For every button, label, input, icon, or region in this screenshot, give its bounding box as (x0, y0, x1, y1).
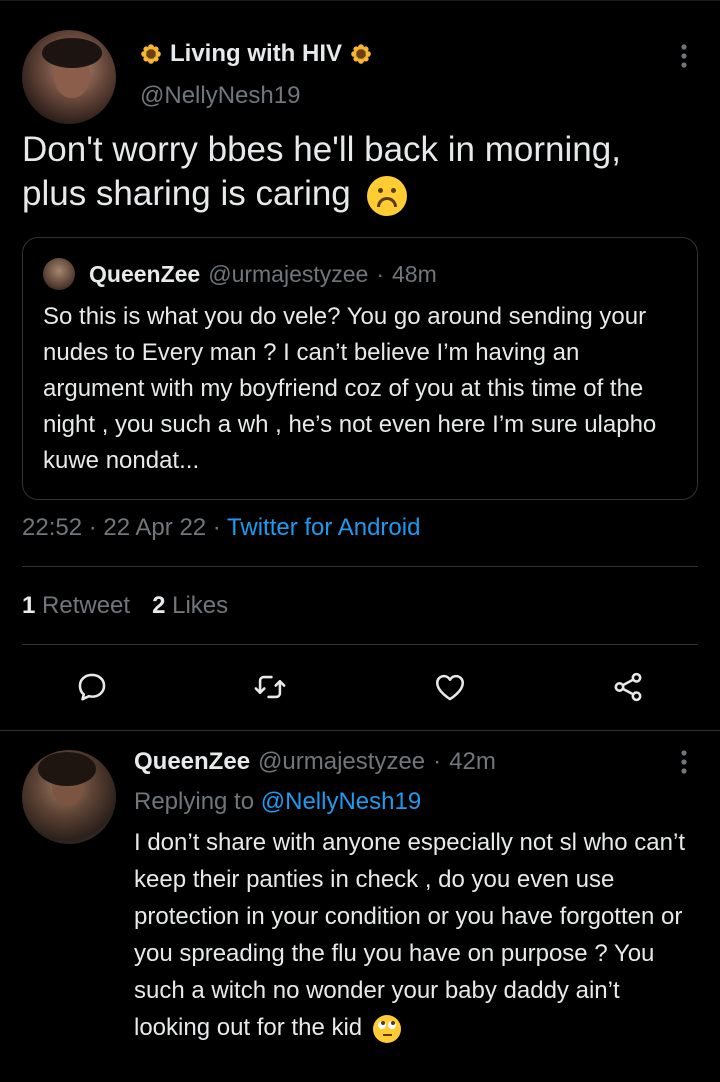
more-options-icon[interactable] (674, 748, 694, 776)
replying-to-link[interactable]: @NellyNesh19 (261, 788, 421, 815)
reply-button[interactable] (70, 665, 114, 709)
sunflower-icon (141, 44, 161, 64)
quoted-tweet-text: So this is what you do vele? You go arou… (43, 303, 657, 474)
separator-dot: · (433, 748, 442, 775)
retweet-count: 1 (22, 592, 36, 619)
tweet-text-content: Don't worry bbes he'll back in morning, … (22, 130, 621, 213)
retweets-stat[interactable]: 1 Retweet (22, 590, 130, 622)
reply-text: I don’t share with anyone especially not… (134, 824, 700, 1046)
display-name-text: Living with HIV (170, 40, 342, 67)
more-options-icon[interactable] (674, 42, 694, 70)
retweet-icon (254, 675, 286, 699)
tweet-meta: 22:52 · 22 Apr 22 · Twitter for Android (22, 512, 420, 544)
retweet-button[interactable] (248, 665, 292, 709)
reply-icon (78, 673, 106, 701)
divider (22, 644, 698, 645)
tweet-source-link[interactable]: Twitter for Android (227, 514, 420, 541)
replying-to-prefix: Replying to (134, 788, 255, 815)
quoted-avatar[interactable] (43, 258, 75, 290)
like-button[interactable] (428, 665, 472, 709)
reply-handle[interactable]: @urmajestyzee (258, 748, 425, 776)
author-display-name[interactable]: Living with HIV (140, 38, 372, 70)
quoted-display-name[interactable]: QueenZee (89, 261, 200, 288)
reply-time[interactable]: 42m (449, 748, 496, 776)
upside-down-face-emoji (366, 175, 407, 216)
likes-stat[interactable]: 2 Likes (152, 590, 228, 622)
divider (22, 566, 698, 567)
author-avatar[interactable] (22, 30, 116, 124)
sunflower-icon (351, 44, 371, 64)
like-icon (435, 674, 465, 701)
share-icon (614, 672, 642, 702)
engagement-stats: 1 Retweet 2 Likes (22, 590, 228, 622)
separator-dot: · (376, 260, 385, 287)
like-label: Likes (172, 592, 229, 619)
quoted-header: QueenZee @urmajestyzee · 48m (89, 258, 437, 290)
author-handle[interactable]: @NellyNesh19 (140, 82, 300, 110)
tweet-text: Don't worry bbes he'll back in morning, … (22, 128, 682, 216)
quoted-tweet-card[interactable]: QueenZee @urmajestyzee · 48m So this is … (22, 237, 698, 500)
reply-avatar[interactable] (22, 750, 116, 844)
share-button[interactable] (606, 665, 650, 709)
eye-roll-emoji (372, 1014, 401, 1043)
quoted-handle[interactable]: @urmajestyzee (208, 261, 368, 288)
like-count: 2 (152, 592, 166, 619)
tweet-timestamp[interactable]: 22:52 · 22 Apr 22 · (22, 514, 221, 541)
top-divider (0, 0, 720, 1)
reply-display-name[interactable]: QueenZee (134, 748, 250, 776)
reply-header: QueenZee @urmajestyzee · 42m (134, 746, 496, 778)
replying-to-line: Replying to @NellyNesh19 (134, 786, 421, 818)
divider (0, 730, 720, 731)
reply-text-content: I don’t share with anyone especially not… (134, 829, 685, 1041)
retweet-label: Retweet (42, 592, 131, 619)
quoted-time[interactable]: 48m (392, 261, 437, 288)
